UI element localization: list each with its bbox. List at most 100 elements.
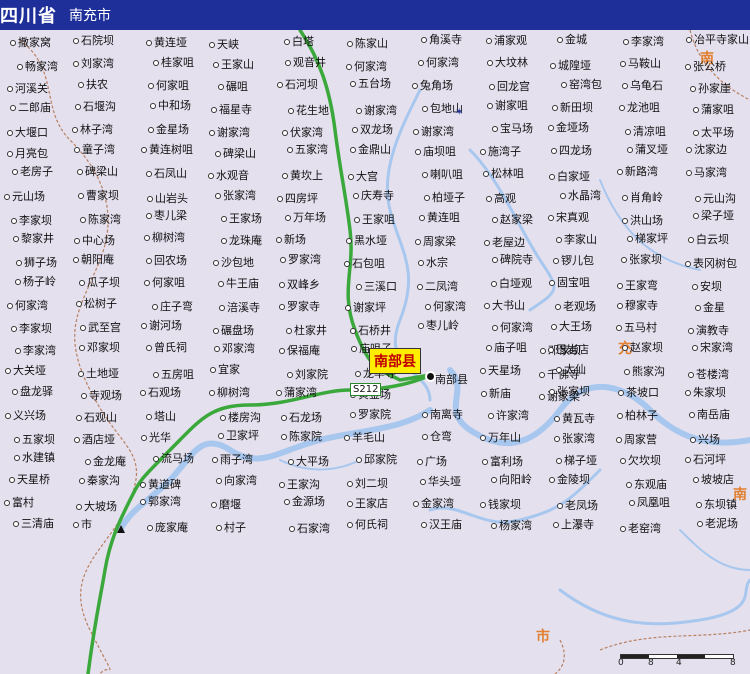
place-label: 土地垭: [78, 368, 119, 380]
place-dot-icon: [483, 171, 489, 177]
place-label: 金城: [557, 34, 587, 46]
place-name: 义兴场: [13, 409, 46, 422]
place-name: 花生地: [296, 104, 329, 117]
place-name: 武至宫: [88, 321, 121, 334]
place-name: 黄连垭: [154, 36, 187, 49]
place-dot-icon: [422, 412, 428, 418]
place-dot-icon: [484, 240, 490, 246]
place-dot-icon: [140, 499, 146, 505]
place-dot-icon: [551, 148, 557, 154]
place-name: 陈家院: [289, 430, 322, 443]
place-label: 天峡: [209, 39, 239, 51]
place-name: 羊毛山: [352, 431, 385, 444]
place-name: 牛王庙: [226, 277, 259, 290]
place-label: 狮子场: [16, 257, 57, 269]
place-name: 王家沟: [287, 478, 320, 491]
place-name: 张公桥: [693, 60, 726, 73]
place-label: 林子湾: [72, 124, 113, 136]
place-name: 双峰乡: [287, 278, 320, 291]
place-name: 梯家坪: [635, 232, 668, 245]
place-name: 中和场: [158, 99, 191, 112]
place-dot-icon: [150, 103, 156, 109]
place-name: 新田坝: [560, 101, 593, 114]
place-dot-icon: [74, 437, 80, 443]
place-label: 赵家梁: [492, 214, 533, 226]
place-dot-icon: [347, 522, 353, 528]
place-name: 市: [81, 518, 92, 531]
place-name: 大宫: [356, 170, 378, 183]
place-name: 黄瓦寺: [562, 412, 595, 425]
place-dot-icon: [413, 501, 419, 507]
place-dot-icon: [548, 125, 554, 131]
place-name: 兴场: [698, 433, 720, 446]
place-dot-icon: [209, 42, 215, 48]
place-name: 黑水垭: [354, 234, 387, 247]
place-name: 秦家沟: [87, 474, 120, 487]
place-dot-icon: [492, 126, 498, 132]
place-label: 金源场: [284, 496, 325, 508]
place-dot-icon: [417, 284, 423, 290]
place-name: 王家咀: [362, 213, 395, 226]
place-dot-icon: [282, 130, 288, 136]
place-dot-icon: [420, 479, 426, 485]
place-label: 何家咀: [148, 80, 189, 92]
place-label: 邓家坝: [79, 342, 120, 354]
place-name: 演教寺: [696, 324, 729, 337]
place-name: 大书山: [492, 299, 525, 312]
place-name: 保福庵: [287, 344, 320, 357]
place-dot-icon: [216, 525, 222, 531]
place-dot-icon: [215, 193, 221, 199]
county-seat-small-label: 南部县: [435, 373, 468, 386]
place-name: 三溪口: [364, 280, 397, 293]
place-dot-icon: [488, 413, 494, 419]
place-name: 中心场: [82, 234, 115, 247]
place-label: 扶农: [78, 79, 108, 91]
place-dot-icon: [627, 147, 633, 153]
place-dot-icon: [289, 526, 295, 532]
place-label: 孙家崖: [690, 83, 731, 95]
place-label: 花生地: [288, 105, 329, 117]
place-name: 天星桥: [17, 473, 50, 486]
place-label: 罗家院: [350, 409, 391, 421]
county-seat-label[interactable]: 南部县: [369, 348, 421, 374]
place-dot-icon: [551, 324, 557, 330]
place-label: 杨子岭: [15, 276, 56, 288]
place-name: 苍楼湾: [696, 368, 729, 381]
place-label: 福星寺: [211, 104, 252, 116]
place-name: 仓弯: [430, 430, 452, 443]
place-name: 赵家梁: [500, 213, 533, 226]
place-dot-icon: [288, 459, 294, 465]
place-label: 富利场: [482, 456, 523, 468]
place-label: 牛王庙: [218, 278, 259, 290]
place-name: 塔山: [154, 410, 176, 423]
place-label: 朱家坝: [685, 387, 726, 399]
place-label: 何家湾: [346, 61, 387, 73]
place-label: 巴岩店: [548, 344, 589, 356]
place-label: 石河坪: [685, 454, 726, 466]
place-label: 二凤湾: [417, 281, 458, 293]
place-dot-icon: [617, 413, 623, 419]
place-name: 欠坎坝: [628, 454, 661, 467]
place-name: 杨家湾: [499, 519, 532, 532]
place-dot-icon: [491, 281, 497, 287]
place-name: 盘龙驿: [20, 385, 53, 398]
place-label: 碾咀: [218, 81, 248, 93]
place-label: 金星: [695, 302, 725, 314]
place-dot-icon: [619, 105, 625, 111]
place-label: 白塔: [284, 36, 314, 48]
place-dot-icon: [549, 389, 555, 395]
place-label: 陈家山: [347, 38, 388, 50]
place-name: 黄坎上: [290, 169, 323, 182]
place-label: 秦家沟: [79, 475, 120, 487]
place-name: 涪溪寺: [227, 301, 260, 314]
place-label: 水观音: [208, 170, 249, 182]
place-dot-icon: [146, 414, 152, 420]
place-name: 金城: [565, 33, 587, 46]
place-dot-icon: [618, 390, 624, 396]
place-label: 松树子: [76, 298, 117, 310]
place-dot-icon: [492, 217, 498, 223]
place-label: 宜家: [210, 364, 240, 376]
place-label: 流马场: [153, 453, 194, 465]
place-name: 回农场: [154, 254, 187, 267]
place-label: 王家店: [347, 498, 388, 510]
